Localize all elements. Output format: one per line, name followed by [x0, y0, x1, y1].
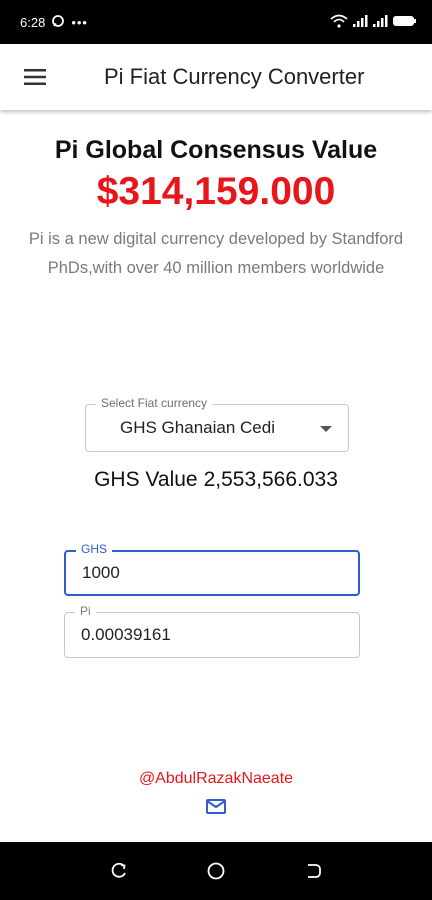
home-button[interactable]: [203, 858, 229, 884]
pi-field-label: Pi: [75, 604, 96, 618]
currency-dropdown-value: GHS Ghanaian Cedi: [120, 418, 275, 437]
back-icon: [308, 864, 322, 878]
author-link[interactable]: @AbdulRazakNaeate: [0, 770, 432, 788]
page-heading: Pi Global Consensus Value: [54, 136, 378, 164]
ghs-field-label: GHS: [76, 542, 113, 556]
ghs-input[interactable]: [82, 563, 342, 583]
dropdown-arrow-icon: [320, 426, 332, 432]
ghs-field[interactable]: GHS: [64, 542, 360, 596]
signal-icon: [372, 14, 388, 31]
recents-icon: [111, 862, 126, 878]
status-right: [330, 14, 418, 31]
app-bar: Pi Fiat Currency Converter: [0, 44, 432, 110]
converted-value: GHS Value 2,553,566.033: [0, 468, 432, 492]
back-button[interactable]: [300, 858, 326, 884]
currency-dropdown-label: Select Fiat currency: [96, 396, 213, 410]
menu-icon: [24, 69, 46, 85]
recents-button[interactable]: [106, 858, 132, 884]
app-title: Pi Fiat Currency Converter: [104, 64, 365, 89]
pi-price: $314,159.000: [96, 170, 336, 213]
signal-icon: [352, 14, 368, 31]
pi-description: Pi is a new digital currency developed b…: [28, 230, 404, 277]
home-icon: [207, 862, 225, 880]
battery-icon: [392, 14, 418, 31]
system-nav-bar: [0, 842, 432, 900]
message-icon: [51, 14, 65, 31]
pi-input[interactable]: [81, 625, 341, 645]
menu-button[interactable]: [0, 44, 70, 110]
currency-dropdown[interactable]: Select Fiat currency GHS Ghanaian Cedi: [85, 396, 349, 452]
converted-value-label: GHS Value: [94, 468, 198, 491]
mail-icon: [206, 799, 226, 814]
status-left: 6:28 •••: [20, 14, 88, 31]
mail-button[interactable]: [205, 797, 227, 815]
status-bar: 6:28 •••: [0, 0, 432, 44]
wifi-icon: [330, 14, 348, 31]
status-time: 6:28: [20, 14, 46, 30]
converted-value-amount: 2,553,566.033: [203, 468, 338, 491]
pi-field[interactable]: Pi: [64, 604, 360, 658]
status-dots: •••: [71, 14, 88, 30]
